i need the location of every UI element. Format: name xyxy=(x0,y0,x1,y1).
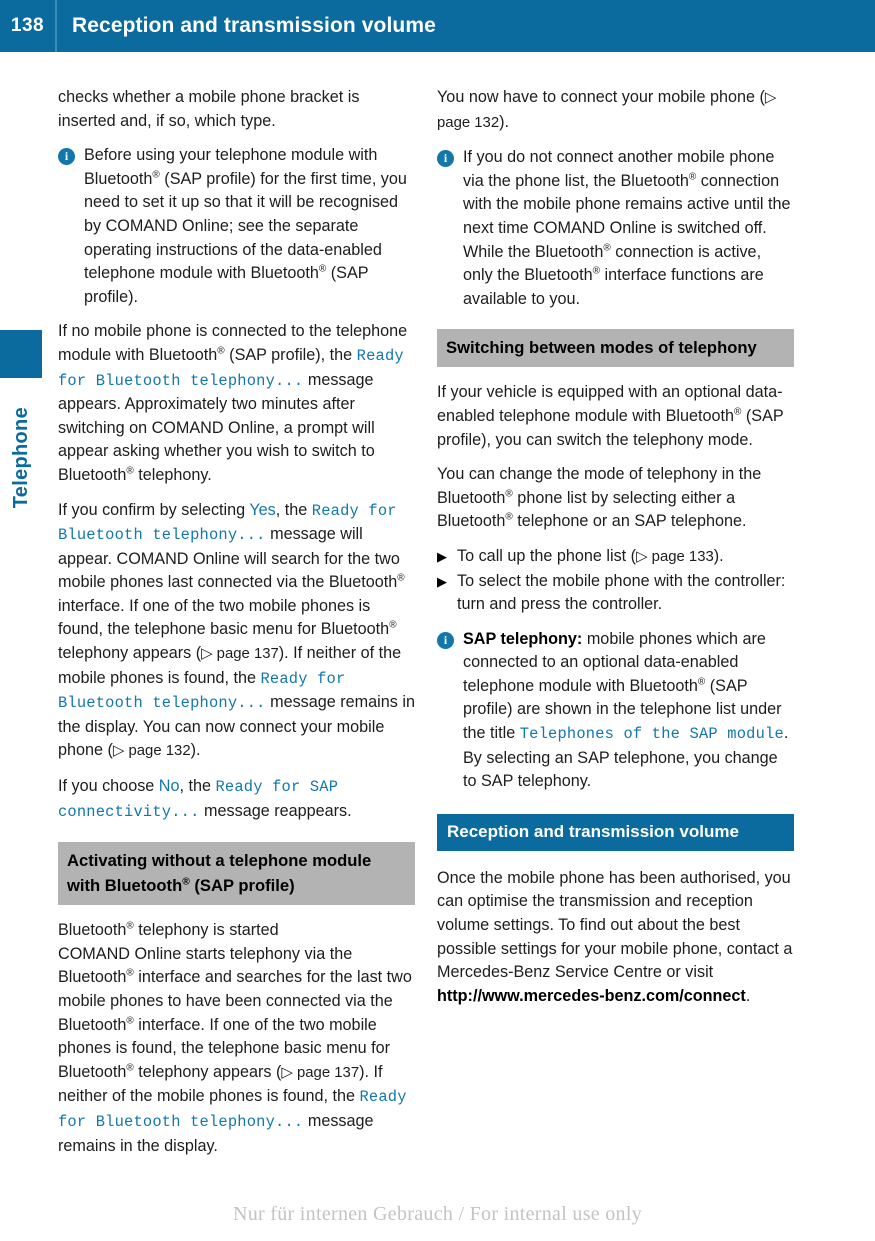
page-reference[interactable]: ▷ page 137 xyxy=(281,1065,359,1081)
text-segment: telephony is started xyxy=(133,921,279,940)
registered-mark: ® xyxy=(505,488,513,500)
registered-mark: ® xyxy=(126,920,134,932)
text-segment: You now have to connect your mobile phon… xyxy=(437,88,765,106)
footer-watermark: Nur für internen Gebrauch / For internal… xyxy=(232,1203,643,1225)
paragraph-continued: checks whether a mobile phone bracket is… xyxy=(58,88,360,130)
paragraph-optional-module: If your vehicle is equipped with an opti… xyxy=(437,381,794,452)
list-item-text: To select the mobile phone with the cont… xyxy=(457,571,786,614)
text-segment: telephone or an SAP telephone. xyxy=(512,512,747,531)
ui-title-telephones-of-sap-module: Telephones of the SAP module xyxy=(519,725,784,744)
text-segment: interface. If one of the two mobile phon… xyxy=(58,596,390,639)
info-note-text: SAP telephony: mobile phones which are c… xyxy=(463,628,794,794)
registered-mark: ® xyxy=(592,265,601,277)
info-note-text: If you do not connect another mobile pho… xyxy=(463,146,794,311)
registered-mark: ® xyxy=(126,465,134,477)
registered-mark: ® xyxy=(152,169,160,181)
text-segment: If your vehicle is equipped with an opti… xyxy=(437,383,783,425)
text-segment: telephony. xyxy=(133,465,212,484)
paragraph-no-phone-connected: If no mobile phone is connected to the t… xyxy=(58,320,415,487)
registered-mark: ® xyxy=(389,620,397,632)
right-column: You now have to connect your mobile phon… xyxy=(437,86,794,1019)
text-segment: If you choose xyxy=(58,777,159,796)
text-segment: . xyxy=(745,986,751,1005)
text-segment: ). xyxy=(499,112,509,131)
triangle-bullet-icon: ▶ xyxy=(437,573,447,589)
info-note-text: Before using your telephone module with … xyxy=(84,144,415,309)
registered-mark: ® xyxy=(126,968,134,980)
list-item-text: To call up the phone list ( xyxy=(457,546,637,565)
text-segment: If you confirm by selecting xyxy=(58,500,250,519)
info-icon: i xyxy=(437,631,454,649)
page-header: 138 Reception and transmission volume xyxy=(0,0,875,52)
info-icon: i xyxy=(58,148,75,166)
info-note-bluetooth-setup: i Before using your telephone module wit… xyxy=(58,144,415,309)
info-note-bt-connection-active: i If you do not connect another mobile p… xyxy=(437,146,794,311)
paragraph-choose-no: If you choose No, the Ready for SAP conn… xyxy=(58,775,415,824)
page-reference[interactable]: ▷ page 133 xyxy=(636,549,714,565)
paragraph-connect-mobile-phone: You now have to connect your mobile phon… xyxy=(437,86,794,135)
external-url[interactable]: http://www.mercedes-benz.com/connect xyxy=(437,987,746,1005)
text-segment: message reappears. xyxy=(199,801,352,820)
registered-mark: ® xyxy=(397,572,405,584)
note-lead-label: SAP telephony: xyxy=(463,629,583,648)
paragraph-bt-telephony-started: Bluetooth® telephony is started xyxy=(58,919,415,943)
paragraph-change-mode: You can change the mode of telephony in … xyxy=(437,463,794,534)
registered-mark: ® xyxy=(603,242,611,254)
triangle-bullet-icon: ▶ xyxy=(437,548,447,564)
text-segment: telephony appears ( xyxy=(58,644,202,663)
text-segment: Bluetooth xyxy=(58,921,127,940)
paragraph-optimise-volume: Once the mobile phone has been authorise… xyxy=(437,867,794,1009)
subsection-heading-activating-without-module: Activating without a telephone module wi… xyxy=(58,842,415,906)
registered-mark: ® xyxy=(126,1062,134,1074)
page-number: 138 xyxy=(10,15,45,36)
registered-mark: ® xyxy=(217,345,225,357)
ui-option-no: No xyxy=(158,777,180,796)
list-item-text: ). xyxy=(713,546,724,565)
text-segment: (SAP profile), the xyxy=(224,345,357,364)
page-body: checks whether a mobile phone bracket is… xyxy=(0,52,875,1182)
left-column: checks whether a mobile phone bracket is… xyxy=(58,86,415,1169)
text-segment: Once the mobile phone has been authorise… xyxy=(437,868,793,982)
text-segment: , the xyxy=(275,500,312,519)
info-icon: i xyxy=(437,150,454,168)
heading-text: (SAP profile) xyxy=(189,876,295,896)
text-segment: ). xyxy=(190,741,201,760)
instruction-list: ▶ To call up the phone list (▷ page 133).… xyxy=(437,545,794,617)
text-segment: , the xyxy=(179,777,216,796)
section-heading-reception-transmission-volume: Reception and transmission volume xyxy=(437,813,794,851)
ui-option-yes: Yes xyxy=(249,500,276,519)
page-title: Reception and transmission volume xyxy=(72,14,436,37)
list-item: ▶ To select the mobile phone with the con… xyxy=(437,570,794,617)
paragraph-confirm-yes: If you confirm by selecting Yes, the Rea… xyxy=(58,499,415,765)
registered-mark: ® xyxy=(126,1015,134,1027)
subsection-heading-switching-modes: Switching between modes of telephony xyxy=(437,329,794,368)
text-segment: telephony appears ( xyxy=(133,1062,282,1081)
page-reference[interactable]: ▷ page 132 xyxy=(113,743,191,759)
info-note-sap-telephony: i SAP telephony: mobile phones which are… xyxy=(437,628,794,794)
paragraph-comand-starts-telephony: COMAND Online starts telephony via the B… xyxy=(58,943,415,1158)
page-reference[interactable]: ▷ page 137 xyxy=(201,646,279,662)
list-item: ▶ To call up the phone list (▷ page 133). xyxy=(437,545,794,570)
registered-mark: ® xyxy=(182,876,190,888)
registered-mark: ® xyxy=(505,511,513,523)
